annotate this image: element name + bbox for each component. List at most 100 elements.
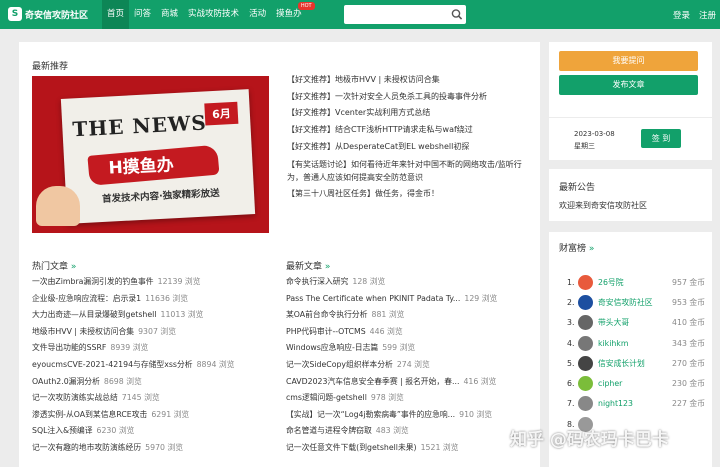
avatar[interactable] xyxy=(578,376,593,392)
article-views: 128 浏览 xyxy=(352,277,386,286)
list-item[interactable]: 渗透实例-从OA到某信息RCE攻击 6291 浏览 xyxy=(32,407,277,424)
hot-badge: HOT xyxy=(297,2,315,10)
hot-articles-more-link[interactable]: » xyxy=(71,262,77,272)
article-title[interactable]: cms逻辑问题-getshell xyxy=(286,390,367,407)
latest-articles-list: 命令执行深入研究 128 浏览 Pass The Certificate when… xyxy=(286,274,531,457)
user-name[interactable]: cipher xyxy=(598,379,672,388)
article-title[interactable]: 记一次有趣的地市攻防演练经历 xyxy=(32,440,141,457)
list-item[interactable]: SQL注入&预编译 6230 浏览 xyxy=(32,423,277,440)
list-item[interactable]: 6. cipher 230 金币 xyxy=(567,373,705,393)
user-name[interactable]: 26号院 xyxy=(598,277,672,288)
list-item[interactable]: OAuth2.0漏洞分析 8698 浏览 xyxy=(32,374,277,391)
article-title[interactable]: 渗透实例-从OA到某信息RCE攻击 xyxy=(32,407,147,424)
nav-events[interactable]: 活动 xyxy=(244,0,271,29)
top-nav-bar: S 奇安信攻防社区 首页 问答 商城 实战攻防技术 活动 摸鱼办 HOT 登录 … xyxy=(0,0,720,29)
user-name[interactable]: 带头大哥 xyxy=(598,317,672,328)
nav-mall[interactable]: 商城 xyxy=(156,0,183,29)
article-title[interactable]: 命名管道与进程令牌窃取 xyxy=(286,423,372,440)
recommend-item[interactable]: 【有奖话题讨论】如何看待近年来针对中国不断的网络攻击/监听行为，普通人应该如何提… xyxy=(287,156,532,186)
article-title[interactable]: eyoucmsCVE-2021-42194与存储型xss分析 xyxy=(32,357,193,374)
avatar[interactable] xyxy=(578,335,593,351)
article-views: 1521 浏览 xyxy=(420,442,459,452)
article-title[interactable]: OAuth2.0漏洞分析 xyxy=(32,374,100,391)
article-title[interactable]: 命令执行深入研究 xyxy=(286,274,348,291)
article-title[interactable]: CAVD2023汽车信息安全春季赛 | 报名开始，春... xyxy=(286,374,459,391)
article-title[interactable]: 一次由Zimbra漏洞引发的钓鱼事件 xyxy=(32,274,154,291)
user-name[interactable]: 信安成长计划 xyxy=(598,358,672,369)
article-views: 11013 浏览 xyxy=(160,310,204,320)
latest-articles-more-link[interactable]: » xyxy=(325,262,331,272)
recommend-item[interactable]: 【好文推荐】从DesperateCat到EL webshell初探 xyxy=(287,139,532,156)
list-item[interactable]: 【实战】记一次“Log4j勒索病毒”事件的应急响... 910 浏览 xyxy=(286,407,531,424)
sign-in-button[interactable]: 签 到 xyxy=(641,129,681,148)
site-logo[interactable]: S 奇安信攻防社区 xyxy=(8,7,88,21)
article-title[interactable]: Pass The Certificate when PKINIT Padata … xyxy=(286,291,460,308)
search-icon[interactable] xyxy=(449,6,465,23)
recommend-item[interactable]: 【第三十八周社区任务】做任务，得金币！ xyxy=(287,186,532,203)
avatar[interactable] xyxy=(578,294,593,310)
list-item[interactable]: 3. 带头大哥 410 金币 xyxy=(567,313,705,333)
article-title[interactable]: PHP代码审计--OTCMS xyxy=(286,324,366,341)
article-title[interactable]: 记一次任意文件下载(到getshell未果) xyxy=(286,440,417,457)
post-article-button[interactable]: 发布文章 xyxy=(559,75,698,95)
avatar[interactable] xyxy=(578,274,593,290)
recommend-item[interactable]: 【好文推荐】Vcenter实战利用方式总结 xyxy=(287,105,532,122)
list-item[interactable]: 文件导出功能的SSRF 8939 浏览 xyxy=(32,340,277,357)
article-title[interactable]: 【实战】记一次“Log4j勒索病毒”事件的应急响... xyxy=(286,407,455,424)
user-name[interactable]: kikihkm xyxy=(598,339,672,348)
article-title[interactable]: SQL注入&预编译 xyxy=(32,423,93,440)
list-item[interactable]: 记一次攻防演练实战总结 7145 浏览 xyxy=(32,390,277,407)
list-item[interactable]: CAVD2023汽车信息安全春季赛 | 报名开始，春... 416 浏览 xyxy=(286,374,531,391)
article-views: 7145 浏览 xyxy=(121,393,160,403)
rich-list-more-link[interactable]: » xyxy=(589,244,595,254)
ask-question-button[interactable]: 我要提问 xyxy=(559,51,698,71)
nav-qa[interactable]: 问答 xyxy=(129,0,156,29)
article-title[interactable]: 记一次SideCopy组织样本分析 xyxy=(286,357,393,374)
article-title[interactable]: 大力出奇迹—从目录爆破到getshell xyxy=(32,307,157,324)
user-name[interactable]: night123 xyxy=(598,399,672,408)
article-title[interactable]: 企业级-应急响应流程：启示录1 xyxy=(32,291,141,308)
list-item[interactable]: 1. 26号院 957 金币 xyxy=(567,272,705,292)
list-item[interactable]: 记一次有趣的地市攻防演练经历 5970 浏览 xyxy=(32,440,277,457)
nav-home[interactable]: 首页 xyxy=(102,0,130,29)
nav-attack-defense[interactable]: 实战攻防技术 xyxy=(183,0,244,29)
featured-banner[interactable]: THE NEWS 6月 H摸鱼办 首发技术内容·独家精彩放送 xyxy=(32,76,269,233)
notice-text[interactable]: 欢迎来到奇安信攻防社区 xyxy=(559,200,647,211)
article-title[interactable]: 地级市HVV | 未授权访问合集 xyxy=(32,324,134,341)
recommend-item[interactable]: 【好文推荐】地极市HVV | 未授权访问合集 xyxy=(287,72,532,89)
list-item[interactable]: eyoucmsCVE-2021-42194与存储型xss分析 8894 浏览 xyxy=(32,357,277,374)
list-item[interactable]: 命名管道与进程令牌窃取 483 浏览 xyxy=(286,423,531,440)
list-item[interactable]: cms逻辑问题-getshell 978 浏览 xyxy=(286,390,531,407)
list-item[interactable]: 4. kikihkm 343 金币 xyxy=(567,333,705,353)
list-item[interactable]: 记一次SideCopy组织样本分析 274 浏览 xyxy=(286,357,531,374)
list-item[interactable]: 大力出奇迹—从目录爆破到getshell 11013 浏览 xyxy=(32,307,277,324)
list-item[interactable]: 5. 信安成长计划 270 金币 xyxy=(567,353,705,373)
article-title[interactable]: 记一次攻防演练实战总结 xyxy=(32,390,118,407)
recommend-item[interactable]: 【好文推荐】一次针对安全人员免杀工具的投毒事件分析 xyxy=(287,89,532,106)
list-item[interactable]: 2. 奇安信攻防社区 953 金币 xyxy=(567,292,705,312)
search-input[interactable] xyxy=(344,5,466,24)
recommend-item[interactable]: 【好文推荐】结合CTF浅析HTTP请求走私与waf绕过 xyxy=(287,122,532,139)
list-item[interactable]: Pass The Certificate when PKINIT Padata … xyxy=(286,291,531,308)
article-title[interactable]: 某OA前台命令执行分析 xyxy=(286,307,368,324)
avatar[interactable] xyxy=(578,355,593,371)
user-name[interactable]: 奇安信攻防社区 xyxy=(598,297,672,308)
list-item[interactable]: 记一次任意文件下载(到getshell未果) 1521 浏览 xyxy=(286,440,531,457)
avatar[interactable] xyxy=(578,315,593,331)
list-item[interactable]: 某OA前台命令执行分析 881 浏览 xyxy=(286,307,531,324)
register-link[interactable]: 注册 xyxy=(699,9,716,21)
article-title[interactable]: 文件导出功能的SSRF xyxy=(32,340,106,357)
list-item[interactable]: 地级市HVV | 未授权访问合集 9307 浏览 xyxy=(32,324,277,341)
avatar[interactable] xyxy=(578,396,593,412)
list-item[interactable]: 命令执行深入研究 128 浏览 xyxy=(286,274,531,291)
nav-moyuban[interactable]: 摸鱼办 HOT xyxy=(271,0,315,29)
list-item[interactable]: 企业级-应急响应流程：启示录1 11636 浏览 xyxy=(32,291,277,308)
login-link[interactable]: 登录 xyxy=(673,9,690,21)
article-views: 6230 浏览 xyxy=(96,426,135,436)
list-item[interactable]: 7. night123 227 金币 xyxy=(567,394,705,414)
list-item[interactable]: 一次由Zimbra漏洞引发的钓鱼事件 12139 浏览 xyxy=(32,274,277,291)
watermark: 知乎 @码农玛卡巴卡 xyxy=(510,430,669,450)
list-item[interactable]: Windows应急响应-日志篇 599 浏览 xyxy=(286,340,531,357)
list-item[interactable]: PHP代码审计--OTCMS 446 浏览 xyxy=(286,324,531,341)
article-title[interactable]: Windows应急响应-日志篇 xyxy=(286,340,378,357)
